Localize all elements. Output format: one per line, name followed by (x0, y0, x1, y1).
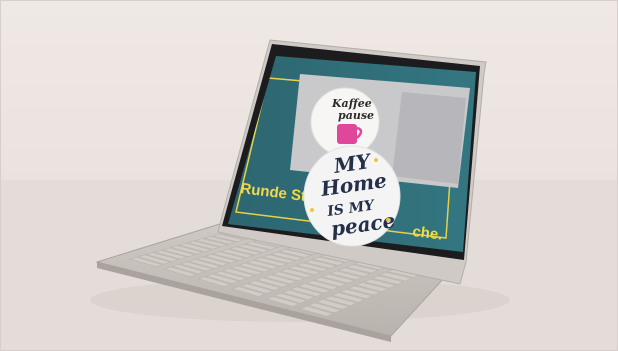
sticker-kaffee-pause: Kaffee pause (310, 87, 380, 157)
mug-icon (337, 124, 357, 144)
screen-caption-right: che. (412, 223, 444, 244)
sticker-my-home: MY Home IS MY peace (303, 145, 401, 247)
inner-mockup-panel (392, 92, 466, 184)
product-photo: Runde Stick che. Kaffee pause MY Home IS… (0, 0, 618, 351)
sticker-kaffee-line2: pause (338, 109, 374, 122)
tablet-scene: Runde Stick che. Kaffee pause MY Home IS… (0, 0, 618, 351)
